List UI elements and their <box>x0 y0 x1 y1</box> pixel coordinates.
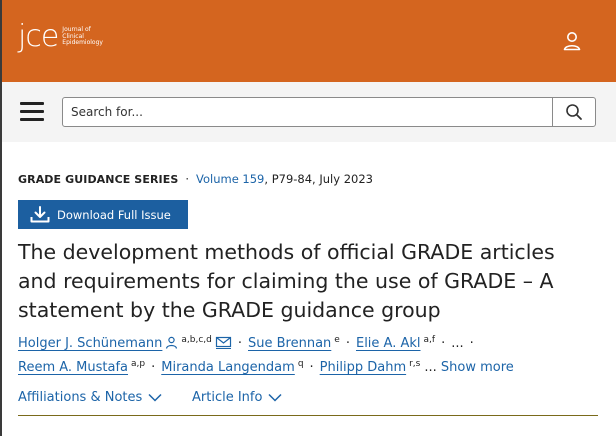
series-name: GRADE GUIDANCE SERIES <box>18 173 179 186</box>
chevron-down-icon <box>148 393 162 402</box>
author-line: Holger J. Schünemann a,b,c,d · Sue Brennan e… <box>18 332 598 356</box>
email-icon[interactable] <box>215 336 232 349</box>
separator-dot: · <box>469 336 474 351</box>
author-link[interactable]: Reem A. Mustafa <box>18 360 128 375</box>
logo-mark: jce <box>18 19 59 54</box>
download-label: Download Full Issue <box>57 207 171 222</box>
article-info-toggle[interactable]: Article Info <box>192 390 282 405</box>
author-line: Reem A. Mustafa a,p · Miranda Langendam q · Ph… <box>18 356 598 380</box>
author-link[interactable]: Holger J. Schünemann <box>18 336 162 351</box>
article-meta-tabs: Affiliations & Notes Article Info <box>18 388 598 416</box>
pages-date: , P79-84, July 2023 <box>264 172 373 186</box>
search-box <box>62 97 596 127</box>
search-button[interactable] <box>552 98 595 126</box>
separator-dot: · <box>345 336 350 351</box>
author-link[interactable]: Miranda Langendam <box>161 360 295 375</box>
affiliation-sup: a,f <box>423 334 436 345</box>
download-icon <box>30 206 50 223</box>
journal-header: jce Journal of Clinical Epidemiology <box>0 0 616 82</box>
search-bar-area <box>0 82 616 142</box>
separator-dot: · <box>441 336 446 351</box>
download-full-issue-button[interactable]: Download Full Issue <box>18 200 188 229</box>
separator-dot: · <box>237 336 243 351</box>
article-title: The development methods of official GRAD… <box>18 240 555 322</box>
logo-sub-line: Epidemiology <box>62 39 103 47</box>
author-link[interactable]: Sue Brennan <box>248 336 331 351</box>
article-info-label: Article Info <box>192 390 263 405</box>
show-more-link[interactable]: Show more <box>441 360 514 375</box>
search-icon <box>566 104 582 120</box>
journal-logo[interactable]: jce Journal of Clinical Epidemiology <box>18 22 106 52</box>
separator-dot: · <box>185 172 189 186</box>
issue-info: GRADE GUIDANCE SERIES · Volume 159, P79-84… <box>18 172 373 186</box>
author-ellipsis: ... <box>424 360 437 375</box>
chevron-down-icon <box>268 393 282 402</box>
affiliations-notes-toggle[interactable]: Affiliations & Notes <box>18 390 162 405</box>
user-icon[interactable] <box>561 30 583 52</box>
hamburger-menu-icon[interactable] <box>20 102 44 122</box>
author-link[interactable]: Elie A. Akl <box>356 336 421 351</box>
person-icon[interactable] <box>165 336 178 349</box>
separator-dot: · <box>309 360 314 375</box>
volume-link[interactable]: Volume 159 <box>196 172 264 186</box>
separator-dot: · <box>151 360 156 375</box>
search-input[interactable] <box>63 98 552 126</box>
affiliation-sup: a,b,c,d <box>181 334 212 345</box>
author-link[interactable]: Philipp Dahm <box>320 360 406 375</box>
affiliations-label: Affiliations & Notes <box>18 390 143 405</box>
author-ellipsis: ... <box>451 336 464 351</box>
affiliation-sup: r,s <box>409 358 421 369</box>
affiliation-sup: a,p <box>131 358 146 369</box>
affiliation-sup: e <box>334 334 340 345</box>
window-edge <box>0 0 2 436</box>
author-list: Holger J. Schünemann a,b,c,d · Sue Brennan e… <box>18 332 598 380</box>
affiliation-sup: q <box>297 358 304 369</box>
logo-subtitle: Journal of Clinical Epidemiology <box>62 27 106 47</box>
